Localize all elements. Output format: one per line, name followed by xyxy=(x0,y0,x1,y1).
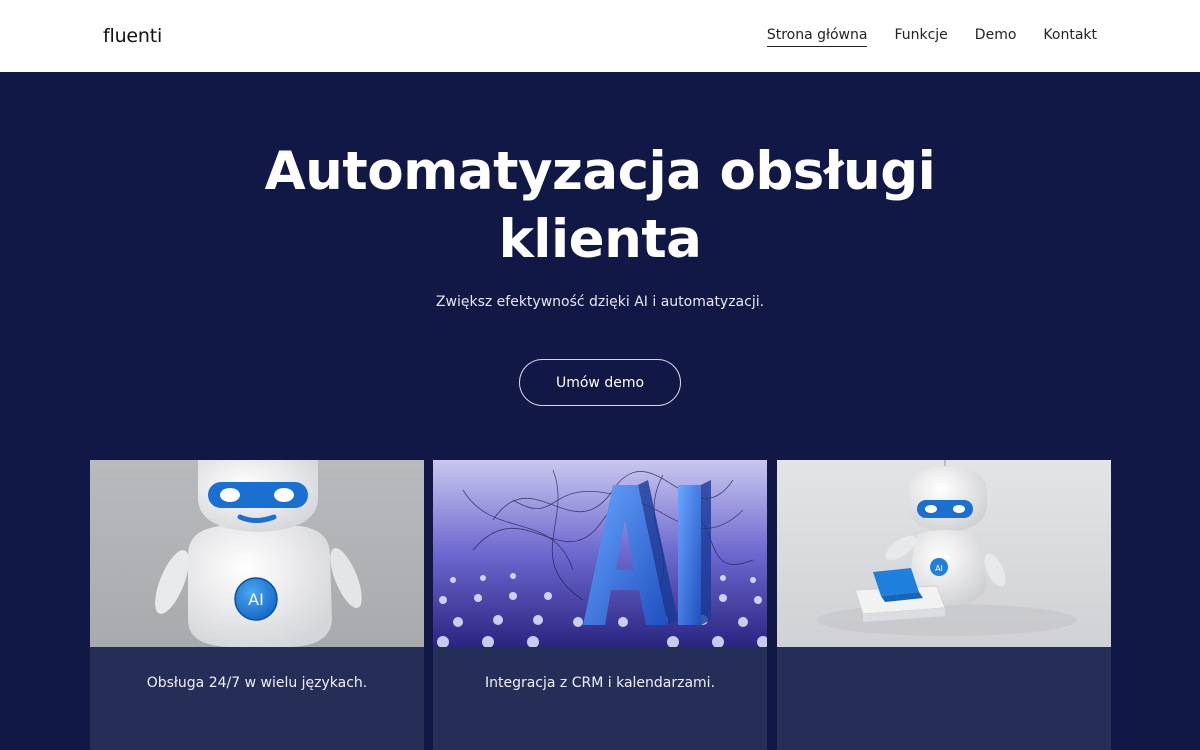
nav-item-home[interactable]: Strona główna xyxy=(766,27,868,47)
feature-caption: Integracja z CRM i kalendarzami. xyxy=(484,675,716,691)
hero-subtitle: Zwiększ efektywność dzięki AI i automaty… xyxy=(435,294,765,310)
ai-3d-letters-image xyxy=(433,460,767,647)
feature-card[interactable]: Integracja z CRM i kalendarzami. xyxy=(433,460,767,750)
hero-section: Automatyzacja obsługi klienta Zwiększ ef… xyxy=(0,72,1200,750)
hero-title: Automatyzacja obsługi klienta xyxy=(264,141,936,270)
site-header: fluenti Strona główna Funkcje Demo Konta… xyxy=(0,0,1200,72)
nav-item-contact[interactable]: Kontakt xyxy=(1043,27,1097,47)
feature-card[interactable]: AI xyxy=(777,460,1111,750)
book-demo-button[interactable]: Umów demo xyxy=(519,359,681,406)
logo[interactable]: fluenti xyxy=(103,25,162,47)
feature-card[interactable]: AI Obsługa 24/7 w wielu językach. xyxy=(90,460,424,750)
nav-item-demo[interactable]: Demo xyxy=(975,27,1017,47)
robot-portrait-image: AI xyxy=(90,460,424,647)
ai-badge-text: AI xyxy=(935,564,943,573)
nav-item-features[interactable]: Funkcje xyxy=(894,27,947,47)
feature-caption: Obsługa 24/7 w wielu językach. xyxy=(146,675,368,691)
main-nav: Strona główna Funkcje Demo Kontakt xyxy=(766,27,1097,47)
robot-with-laptop-image: AI xyxy=(777,460,1111,647)
ai-badge-text: AI xyxy=(248,590,264,609)
